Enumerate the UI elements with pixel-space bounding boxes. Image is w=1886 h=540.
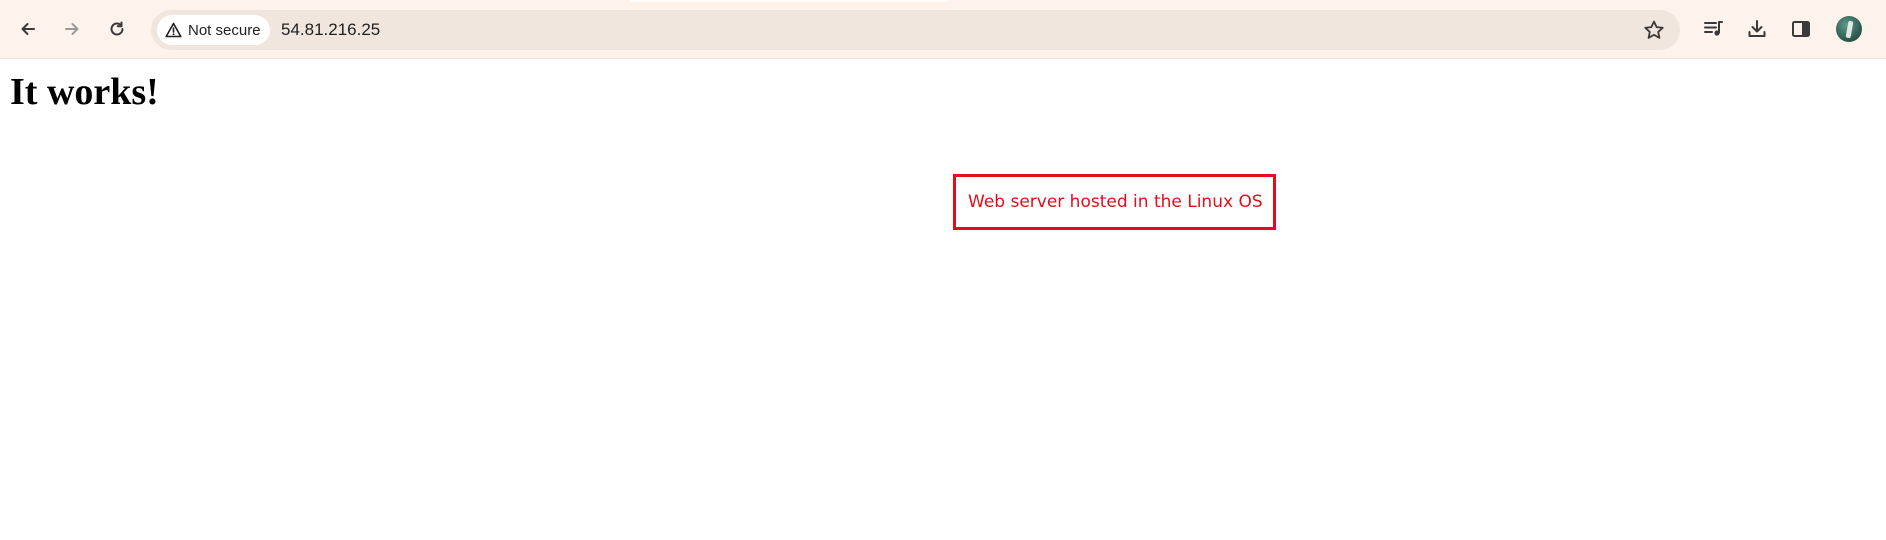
downloads-button[interactable]	[1741, 13, 1773, 45]
security-indicator[interactable]: Not secure	[157, 15, 270, 45]
reload-icon	[110, 21, 124, 36]
browser-toolbar: Not secure 54.81.216.25	[0, 0, 1886, 59]
annotation-text: Web server hosted in the Linux OS	[968, 192, 1263, 212]
side-panel-button[interactable]	[1785, 13, 1817, 45]
star-icon	[1644, 20, 1664, 39]
address-bar[interactable]: Not secure 54.81.216.25	[151, 10, 1680, 50]
forward-button[interactable]	[56, 13, 88, 45]
arrow-right-icon	[65, 23, 79, 35]
security-label: Not secure	[188, 21, 261, 39]
url-text[interactable]: 54.81.216.25	[281, 10, 380, 50]
download-icon	[1748, 20, 1766, 37]
bookmark-button[interactable]	[1638, 14, 1670, 46]
media-playlist-icon	[1704, 21, 1723, 36]
tab-strip-edge	[630, 0, 948, 2]
annotation-callout: Web server hosted in the Linux OS	[953, 174, 1276, 230]
media-controls-button[interactable]	[1697, 13, 1729, 45]
reload-button[interactable]	[101, 13, 133, 45]
side-panel-icon	[1792, 21, 1810, 37]
warning-triangle-icon	[165, 22, 182, 38]
page-heading: It works!	[10, 71, 159, 113]
back-button[interactable]	[12, 13, 44, 45]
arrow-left-icon	[21, 23, 35, 35]
page-content: It works! Web server hosted in the Linux…	[0, 59, 1886, 540]
avatar[interactable]	[1836, 16, 1862, 42]
